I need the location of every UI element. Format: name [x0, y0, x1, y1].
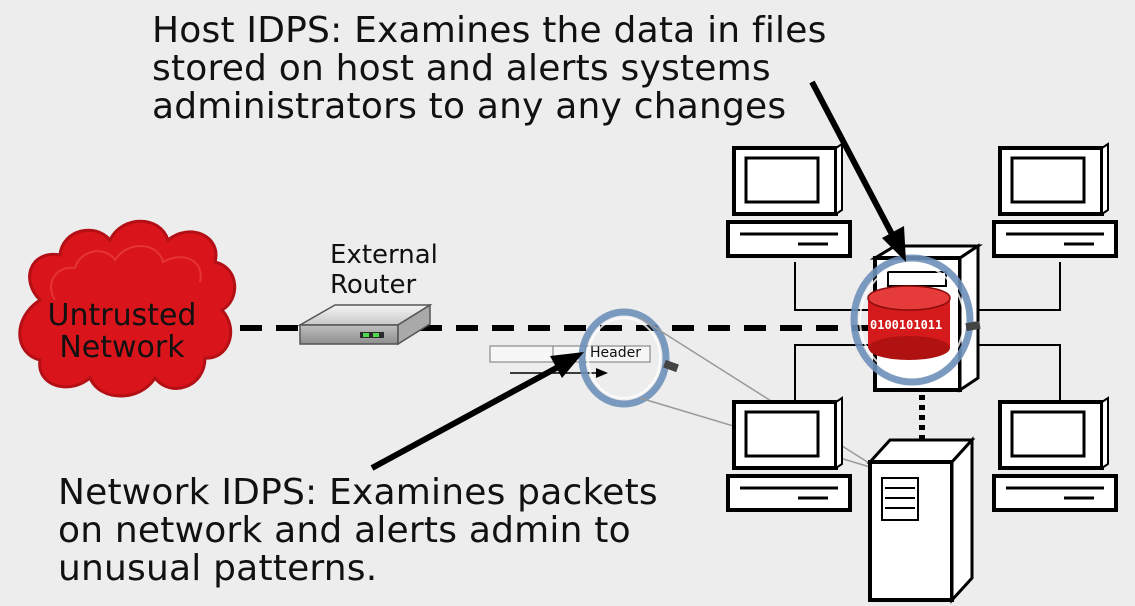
network-idps-caption: Network IDPS: Examines packets on networ…	[58, 474, 658, 588]
packet-header-label: Header	[590, 345, 641, 361]
network-idps-arrow	[370, 352, 584, 471]
router-label: External Router	[330, 240, 438, 300]
network-idps-line-1: Network IDPS: Examines packets	[58, 472, 658, 513]
workstation-top-right	[992, 142, 1118, 258]
tower-server	[866, 436, 976, 604]
network-idps-line-3: unusual patterns.	[58, 548, 378, 589]
router-label-line-2: Router	[330, 270, 417, 300]
host-idps-line-2: stored on host and alerts systems	[152, 48, 771, 89]
cloud-label-line-2: Network	[59, 330, 185, 365]
host-idps-line-1: Host IDPS: Examines the data in files	[152, 10, 827, 51]
external-router	[297, 303, 433, 346]
idps-diagram: Host IDPS: Examines the data in files st…	[0, 0, 1135, 606]
untrusted-network-label: Untrusted Network	[12, 300, 232, 364]
router-label-line-1: External	[330, 240, 438, 270]
workstation-top-left	[726, 142, 852, 258]
network-idps-line-2: on network and alerts admin to	[58, 510, 631, 551]
workstation-bottom-right	[992, 396, 1118, 512]
host-idps-caption: Host IDPS: Examines the data in files st…	[152, 12, 827, 126]
host-idps-line-3: administrators to any any changes	[152, 86, 787, 127]
disk-bits-label: 0100101011	[870, 318, 943, 332]
workstation-bottom-left	[726, 396, 852, 512]
cloud-label-line-1: Untrusted	[47, 298, 197, 333]
